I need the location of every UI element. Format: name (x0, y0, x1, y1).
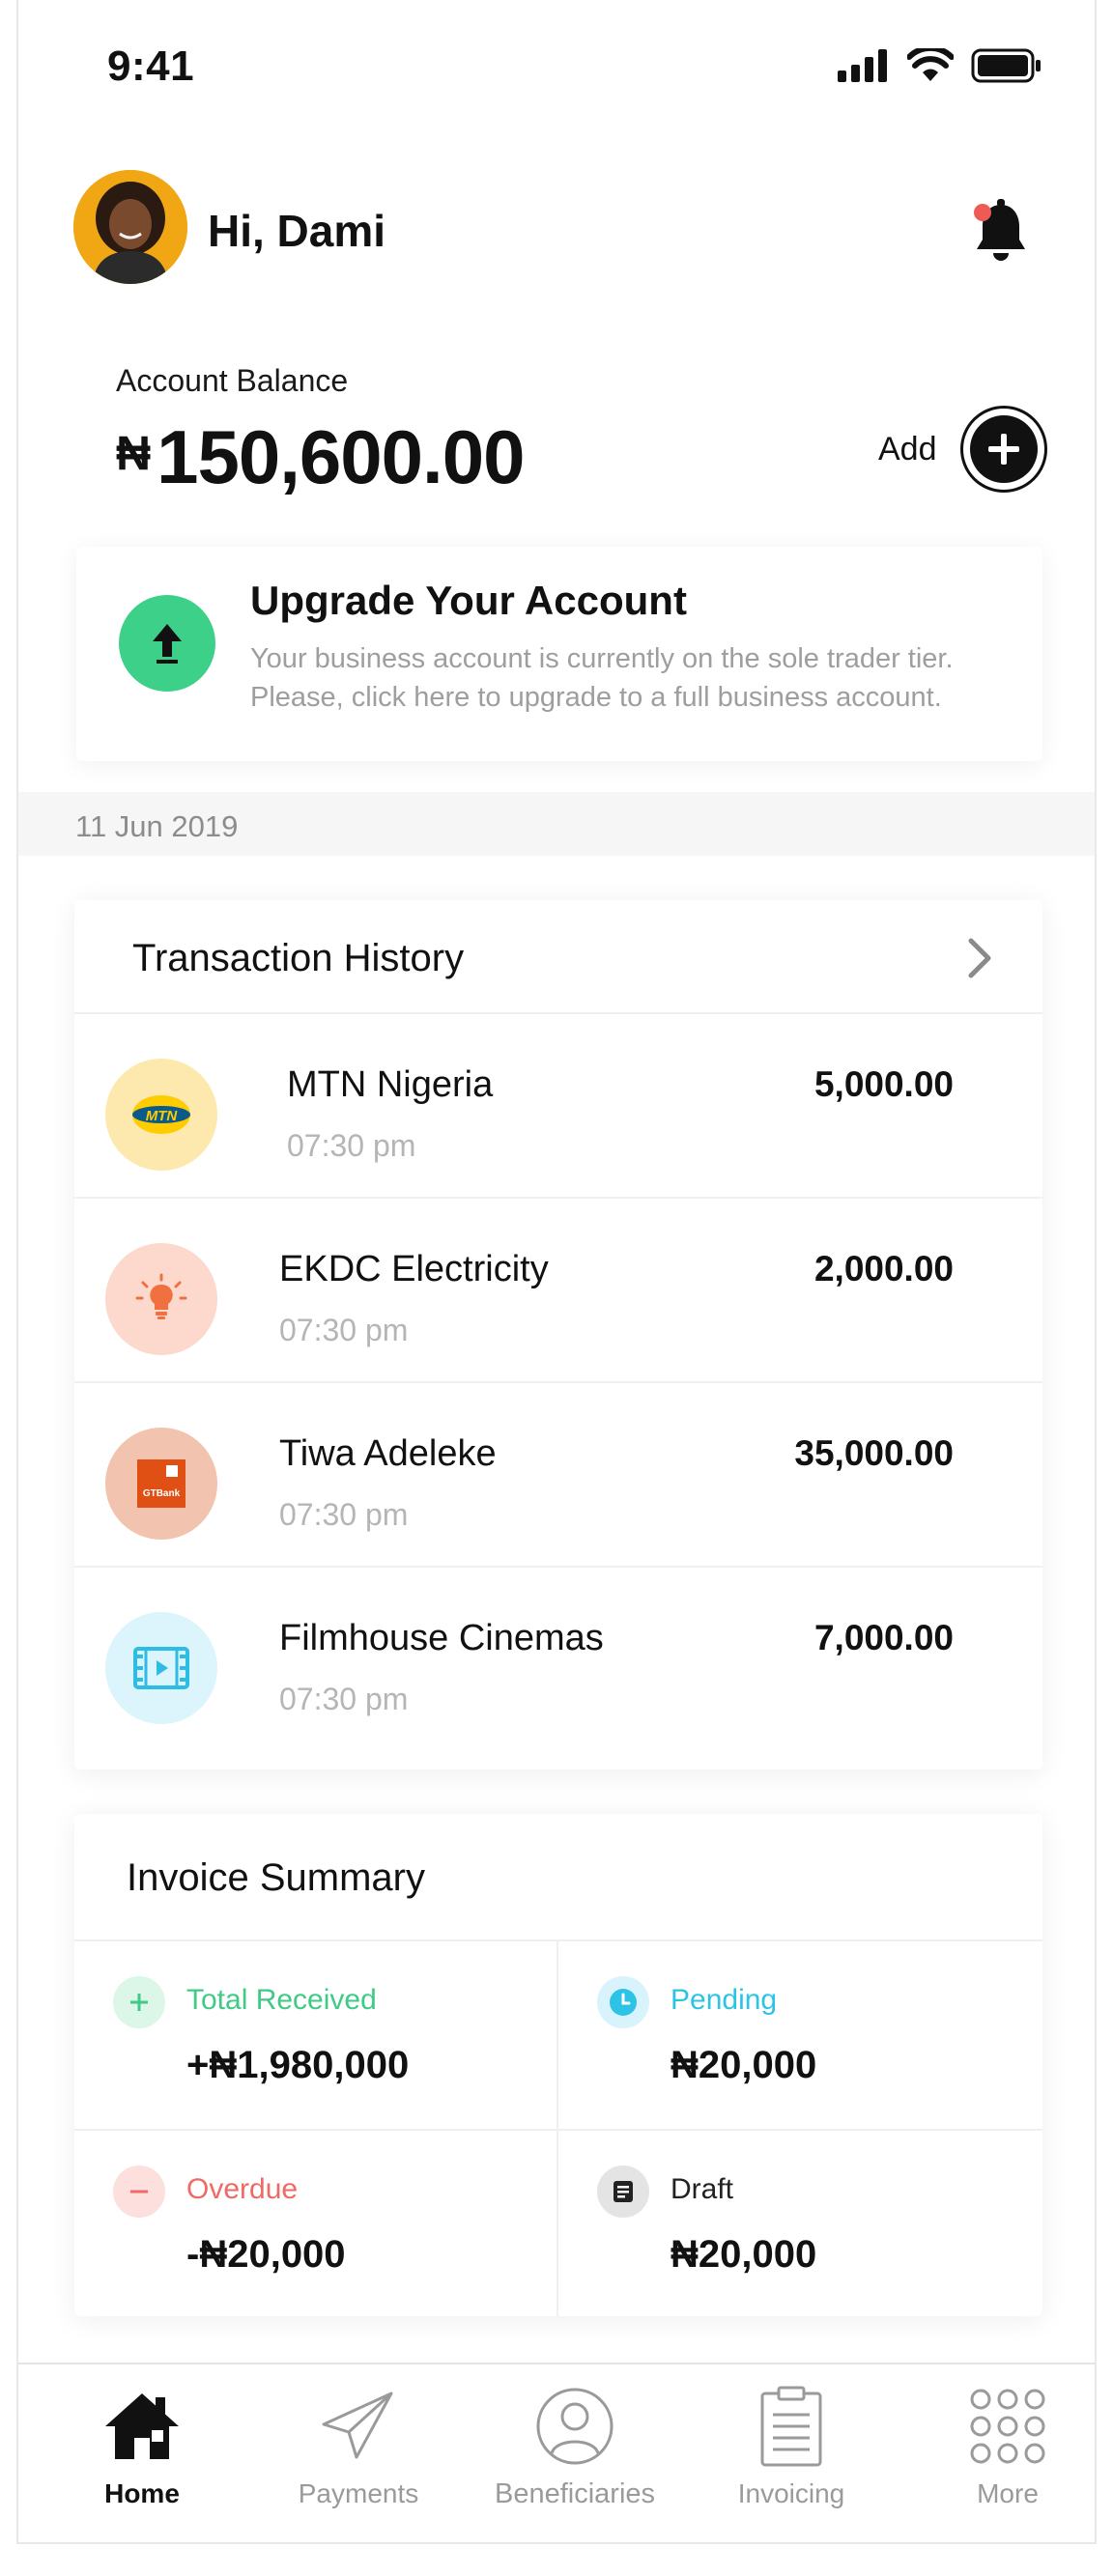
nav-item-more[interactable]: More (911, 2378, 1095, 2533)
nav-item-home[interactable]: Home (45, 2378, 239, 2533)
add-funds-button[interactable]: Add (878, 406, 1047, 493)
invoice-cell-total-received[interactable]: Total Received +₦1,980,000 (74, 1941, 558, 2129)
invoice-value: +₦1,980,000 (186, 2044, 410, 2086)
nav-label: Home (104, 2478, 180, 2508)
tx-name: MTN Nigeria (287, 1064, 494, 1105)
invoice-value: ₦20,000 (671, 2233, 817, 2276)
status-time: 9:41 (107, 42, 195, 90)
signal-icon (838, 49, 887, 82)
date-label: 11 Jun 2019 (75, 809, 239, 843)
nav-label: Invoicing (737, 2478, 845, 2508)
invoice-summary-card: Invoice Summary Total Received +₦1,980,0… (74, 1814, 1042, 2316)
tx-time: 07:30 pm (279, 1313, 409, 1347)
notification-button[interactable] (971, 197, 1031, 267)
tx-icon-circle: MTN (105, 1059, 217, 1171)
transaction-history-card: Transaction History MTN MTN Nigeria 07:3… (74, 900, 1042, 1769)
transaction-history-header[interactable]: Transaction History (74, 900, 1042, 1014)
nav-item-payments[interactable]: Payments (262, 2378, 455, 2533)
film-icon (133, 1647, 189, 1689)
arrow-up-icon (153, 624, 182, 664)
gtbank-logo: GTBank (137, 1459, 186, 1508)
clipboard-icon (760, 2386, 822, 2467)
gtbank-logo-text: GTBank (143, 1488, 181, 1499)
tx-amount: 5,000.00 (813, 1064, 954, 1104)
invoice-cell-draft[interactable]: Draft ₦20,000 (558, 2131, 1042, 2318)
invoice-value: ₦20,000 (671, 2044, 817, 2086)
tx-name: Filmhouse Cinemas (279, 1618, 604, 1658)
lightbulb-icon (135, 1273, 187, 1319)
transaction-history-title: Transaction History (132, 937, 465, 979)
upgrade-title: Upgrade Your Account (250, 578, 687, 623)
invoice-label: Pending (671, 1984, 778, 2016)
transaction-row[interactable]: GTBank Tiwa Adeleke 07:30 pm 35,000.00 (74, 1383, 1042, 1568)
add-label: Add (878, 430, 937, 467)
chevron-right-icon[interactable] (965, 937, 994, 979)
document-icon (597, 2166, 649, 2218)
invoice-cell-pending[interactable]: Pending ₦20,000 (558, 1941, 1042, 2129)
bottom-navigation: Home Payments Beneficiaries Invoicing Mo… (18, 2363, 1095, 2542)
bell-icon (974, 199, 1025, 261)
transaction-row[interactable]: EKDC Electricity 07:30 pm 2,000.00 (74, 1199, 1042, 1383)
tx-time: 07:30 pm (279, 1497, 409, 1532)
balance-label: Account Balance (116, 363, 349, 398)
greeting: Hi, Dami (208, 206, 386, 256)
transaction-row[interactable]: MTN MTN Nigeria 07:30 pm 5,000.00 (74, 1014, 1042, 1199)
upgrade-account-card[interactable]: Upgrade Your Account Your business accou… (76, 547, 1042, 761)
user-circle-icon (536, 2388, 614, 2465)
invoice-label: Draft (671, 2173, 734, 2205)
currency-symbol: ₦ (116, 426, 152, 480)
clock-icon (597, 1976, 649, 2028)
tx-name: EKDC Electricity (279, 1249, 549, 1289)
app-screen: 9:41 Hi, Dami Account Balance ₦ 150,600.… (16, 0, 1097, 2544)
invoice-summary-header: Invoice Summary (74, 1814, 1042, 1941)
nav-label: More (977, 2478, 1039, 2508)
plus-icon (987, 434, 1019, 465)
tx-icon-circle (105, 1612, 217, 1724)
minus-icon (113, 2166, 165, 2218)
invoice-label: Total Received (186, 1984, 377, 2016)
nav-label: Beneficiaries (494, 2478, 656, 2509)
tx-amount: 35,000.00 (794, 1433, 954, 1473)
tx-icon-circle (105, 1243, 217, 1355)
date-separator: 11 Jun 2019 (18, 792, 1095, 856)
nav-item-invoicing[interactable]: Invoicing (695, 2378, 888, 2533)
tx-name: Tiwa Adeleke (279, 1433, 497, 1474)
tx-amount: 2,000.00 (813, 1249, 954, 1288)
paper-plane-icon (322, 2392, 393, 2459)
upgrade-icon-circle (119, 595, 215, 692)
invoice-label: Overdue (186, 2173, 299, 2205)
nav-item-beneficiaries[interactable]: Beneficiaries (478, 2378, 671, 2533)
tx-time: 07:30 pm (279, 1682, 409, 1716)
transaction-row[interactable]: Filmhouse Cinemas 07:30 pm 7,000.00 (74, 1568, 1042, 1752)
balance-amount: 150,600.00 (157, 414, 525, 499)
grid-dots-icon (970, 2389, 1045, 2464)
add-circle-button[interactable] (959, 406, 1047, 493)
status-icons (838, 48, 1042, 83)
wifi-icon (907, 48, 954, 81)
upgrade-description: Your business account is currently on th… (250, 643, 954, 713)
mtn-logo-text: MTN (146, 1108, 179, 1124)
balance-amount-row: ₦ 150,600.00 (116, 413, 526, 501)
invoice-cell-overdue[interactable]: Overdue -₦20,000 (74, 2131, 558, 2318)
invoice-summary-title: Invoice Summary (127, 1856, 425, 1899)
mtn-logo: MTN (132, 1095, 190, 1134)
tx-icon-circle: GTBank (105, 1428, 217, 1540)
avatar[interactable] (73, 170, 187, 284)
battery-icon (971, 48, 1041, 83)
plus-icon (113, 1976, 165, 2028)
tx-time: 07:30 pm (287, 1128, 416, 1163)
tx-amount: 7,000.00 (813, 1618, 954, 1657)
nav-label: Payments (298, 2478, 419, 2508)
home-icon (105, 2393, 179, 2459)
invoice-value: -₦20,000 (186, 2233, 346, 2276)
